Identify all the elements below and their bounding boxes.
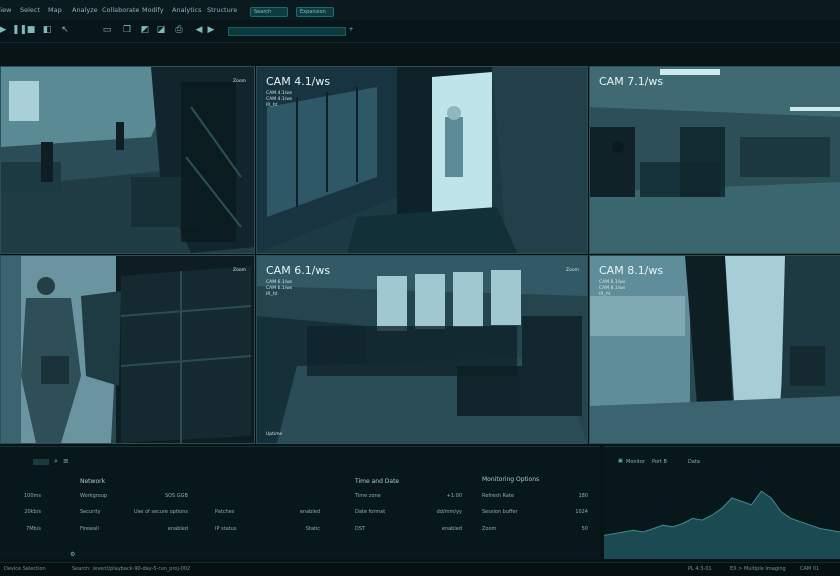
graph-panel: ▣ Monitor Port B Data [604, 446, 840, 559]
forward-icon[interactable]: ▶ [206, 25, 216, 35]
monitor-tab-icon[interactable]: ▣ [618, 458, 623, 464]
camera-title: CAM 7.1/ws [599, 75, 664, 88]
network-label: Security [80, 509, 101, 515]
camera-feed [1, 67, 254, 253]
camera-tile[interactable]: CAM 6.1/ws CAM 6.1/ws CAM 6.1/ws IR_ht Z… [256, 255, 588, 444]
camera-grid: Zoom CAM 4.1/ws CAM 4.1/ws CAM 4.1/ws IR… [0, 66, 840, 444]
record-icon[interactable]: ◧ [42, 25, 52, 35]
camera-title: CAM 8.1/ws [599, 264, 664, 277]
network-label: Workgroup [80, 493, 108, 499]
monitoring-value: 180 [578, 493, 588, 499]
expansion-pill[interactable]: Expansion [296, 7, 334, 17]
camera-tile[interactable]: CAM 8.1/ws CAM 8.1/ws CAM 8.1/ws IR_ht [589, 255, 840, 444]
menu-view[interactable]: View [0, 6, 11, 14]
monitoring-value: 50 [581, 526, 588, 532]
time-label: DST [355, 526, 366, 532]
menu-map[interactable]: Map [48, 6, 62, 14]
monitoring-label: Zoom [482, 526, 497, 532]
settings-icon[interactable]: + [346, 25, 356, 35]
timeline-bar[interactable] [228, 27, 346, 36]
network-extra-label: Patches [215, 509, 235, 515]
time-value: enabled [441, 526, 462, 532]
camera-meta: CAM 4.1/ws CAM 4.1/ws IR_ht [266, 91, 293, 108]
info-panel: ⌕ ≡ 100ms 20kb/s 7Mb/s Network Workgroup… [0, 446, 600, 559]
metric-latency: 100ms [23, 493, 41, 499]
menu-select[interactable]: Select [20, 6, 40, 14]
menu-collaborate[interactable]: Collaborate [102, 6, 139, 14]
tab-data[interactable]: Data [688, 459, 700, 465]
camera-meta: CAM 8.1/ws CAM 8.1/ws IR_ht [599, 280, 626, 297]
menu-structure[interactable]: Structure [207, 6, 237, 14]
stop-icon[interactable]: ■ [26, 25, 36, 35]
tab-monitor[interactable]: Monitor [626, 459, 645, 465]
status-right-3: CAM 01 [800, 566, 820, 572]
status-right-2: EX > Multiple Imaging [730, 566, 786, 572]
network-value: enabled [167, 526, 188, 532]
time-header: Time and Date [355, 478, 400, 485]
network-extra-value: enabled [299, 509, 320, 515]
copy-icon[interactable]: ❐ [122, 25, 132, 35]
network-extra-value: Static [305, 526, 320, 532]
time-label: Time zone [355, 493, 381, 499]
camera-feed [590, 67, 840, 253]
camera-foot: Uptime [266, 432, 283, 437]
panel-tab[interactable] [33, 459, 49, 465]
camera-tile[interactable]: Zoom [0, 255, 255, 444]
pointer-icon[interactable]: ↖ [60, 25, 70, 35]
monitoring-header: Monitoring Options [482, 476, 540, 483]
toolbar: ▶ ❚❚ ■ ◧ ↖ ▭ ❐ ◩ ◪ ⎙ ◀ ▶ + [0, 20, 840, 43]
camera-feed [257, 67, 587, 253]
tab-port-b[interactable]: Port B [652, 459, 667, 465]
monitoring-label: Refresh Rate [482, 493, 514, 499]
metric-rate: 20kb/s [24, 509, 41, 515]
menu-analyze[interactable]: Analyze [72, 6, 98, 14]
network-label: Firewall [80, 526, 99, 532]
camera-tile[interactable]: Zoom [0, 66, 255, 254]
import-icon[interactable]: ◪ [156, 25, 166, 35]
network-header: Network [80, 478, 106, 485]
time-label: Date format [355, 509, 386, 515]
camera-feed [590, 256, 840, 443]
menu-analytics[interactable]: Analytics [172, 6, 202, 14]
menu-modify[interactable]: Modify [142, 6, 164, 14]
status-right-1: PL 4:3-01 [688, 566, 712, 572]
camera-meta: CAM 6.1/ws CAM 6.1/ws IR_ht [266, 280, 293, 297]
back-icon[interactable]: ◀ [194, 25, 204, 35]
camera-tile[interactable]: CAM 4.1/ws CAM 4.1/ws CAM 4.1/ws IR_ht [256, 66, 588, 254]
camera-feed [1, 256, 254, 443]
status-left: Device Selection [4, 566, 46, 572]
network-value: SOS GGB [164, 493, 188, 499]
metric-throughput: 7Mb/s [26, 526, 41, 532]
search-pill[interactable]: Search [250, 7, 288, 17]
status-path: Search: /event/playback-90-day-5-run_pro… [72, 566, 191, 572]
camera-title: CAM 6.1/ws [266, 264, 331, 277]
export-icon[interactable]: ◩ [140, 25, 150, 35]
monitoring-label: Session buffer [482, 509, 518, 515]
pause-icon[interactable]: ❚❚ [12, 25, 27, 35]
network-value: Use of secure options [134, 509, 188, 515]
layout-icon[interactable]: ▭ [102, 25, 112, 35]
play-icon[interactable]: ▶ [0, 25, 8, 35]
activity-graph [604, 490, 840, 559]
search-icon[interactable]: ⌕ [54, 457, 58, 466]
camera-feed [257, 256, 587, 443]
status-bar: Device Selection Search: /event/playback… [0, 562, 840, 576]
camera-title: CAM 4.1/ws [266, 75, 331, 88]
network-extra-label: IP status [215, 526, 237, 532]
camera-tag: Zoom [566, 268, 579, 273]
time-value: +1:00 [446, 493, 462, 499]
menu-bar: View Select Map Analyze Collaborate Modi… [0, 0, 840, 20]
snapshot-icon[interactable]: ⎙ [174, 25, 184, 35]
gear-icon[interactable]: ⚙ [70, 551, 75, 558]
camera-tag: Zoom [233, 268, 246, 273]
camera-tag: Zoom [233, 79, 246, 84]
monitoring-value: 1024 [575, 509, 588, 515]
graph-area [604, 491, 840, 559]
time-value: dd/mm/yy [436, 509, 462, 515]
camera-tile[interactable]: CAM 7.1/ws [589, 66, 840, 254]
menu-icon[interactable]: ≡ [63, 457, 69, 465]
